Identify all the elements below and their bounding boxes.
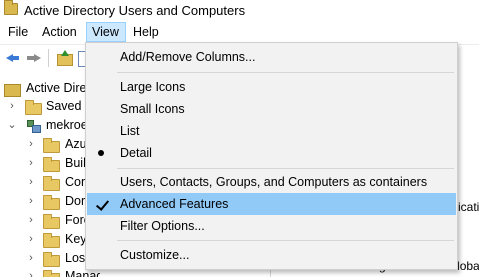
expand-chevron-icon[interactable]: › [7,100,17,112]
menu-item-small-icons[interactable]: Small Icons [87,98,456,120]
folder-icon [43,214,60,229]
window-title: Active Directory Users and Computers [24,3,246,18]
radio-bullet-icon [98,150,104,156]
expand-chevron-icon[interactable]: › [26,214,36,226]
menu-item-large-icons[interactable]: Large Icons [87,76,456,98]
menu-item-advanced-features[interactable]: Advanced Features [87,193,456,215]
expand-chevron-icon[interactable]: › [26,252,36,264]
menu-separator [117,72,454,73]
collapse-chevron-icon[interactable]: ⌄ [7,119,17,131]
menu-item-list[interactable]: List [87,120,456,142]
folder-icon [43,252,60,267]
back-arrow-icon[interactable] [4,50,20,66]
domain-icon [25,119,41,133]
folder-icon [43,270,60,277]
tree-item-label: Azu [65,137,87,151]
up-folder-icon[interactable] [56,50,73,66]
expand-chevron-icon[interactable]: › [26,233,36,245]
menu-item-filter-options[interactable]: Filter Options... [87,215,456,237]
menu-separator [117,168,454,169]
menu-item-detail[interactable]: Detail [87,142,456,164]
title-bar: Active Directory Users and Computers [0,0,479,22]
expand-chevron-icon[interactable]: › [26,138,36,150]
menu-item-label: Filter Options... [120,219,205,233]
menu-item-label: List [120,124,140,138]
menu-item-label: Add/Remove Columns... [120,50,256,64]
menu-item-add-remove-columns[interactable]: Add/Remove Columns... [87,46,456,68]
tree-item-label: Cor [65,175,86,189]
forward-arrow-icon[interactable] [26,50,42,66]
menu-item-label: Customize... [120,248,190,262]
tree-item-label: Dor [65,194,86,208]
tree-item-label: Key [65,232,87,246]
menu-item-customize[interactable]: Customize... [87,244,456,266]
expand-chevron-icon[interactable]: › [26,270,36,277]
folder-icon [43,176,60,191]
folder-icon [25,100,42,115]
expand-chevron-icon[interactable]: › [26,195,36,207]
tree-item-label: Buil [65,156,86,170]
menu-view[interactable]: View [86,22,126,42]
folder-icon [43,138,60,153]
menu-action[interactable]: Action [37,22,82,42]
checkmark-icon [97,196,107,210]
menu-item-label: Detail [120,146,152,160]
folder-icon [43,157,60,172]
menu-file[interactable]: File [3,22,33,42]
expand-chevron-icon[interactable]: › [26,176,36,188]
ad-folder-icon [4,0,18,15]
menu-separator [117,240,454,241]
folder-icon [43,195,60,210]
menu-item-label: Small Icons [120,102,185,116]
folder-icon [43,233,60,248]
menu-item-users-as-containers[interactable]: Users, Contacts, Groups, and Computers a… [87,171,456,193]
tree-item-label: mekroe [46,118,88,132]
menu-help[interactable]: Help [128,22,164,42]
ad-root-icon [4,82,21,97]
menu-item-label: Advanced Features [120,197,229,211]
menu-item-label: Large Icons [120,80,186,94]
view-menu-dropdown: Add/Remove Columns... Large Icons Small … [85,42,458,270]
menu-bar: File Action View Help [0,22,479,42]
expand-chevron-icon[interactable]: › [26,157,36,169]
tree-item-label: Managed Service Accounts [65,269,100,277]
toolbar-separator [48,49,49,67]
details-cell-text: ication [458,200,479,214]
menu-item-label: Users, Contacts, Groups, and Computers a… [120,175,428,189]
tree-item-label: Los [65,251,86,265]
